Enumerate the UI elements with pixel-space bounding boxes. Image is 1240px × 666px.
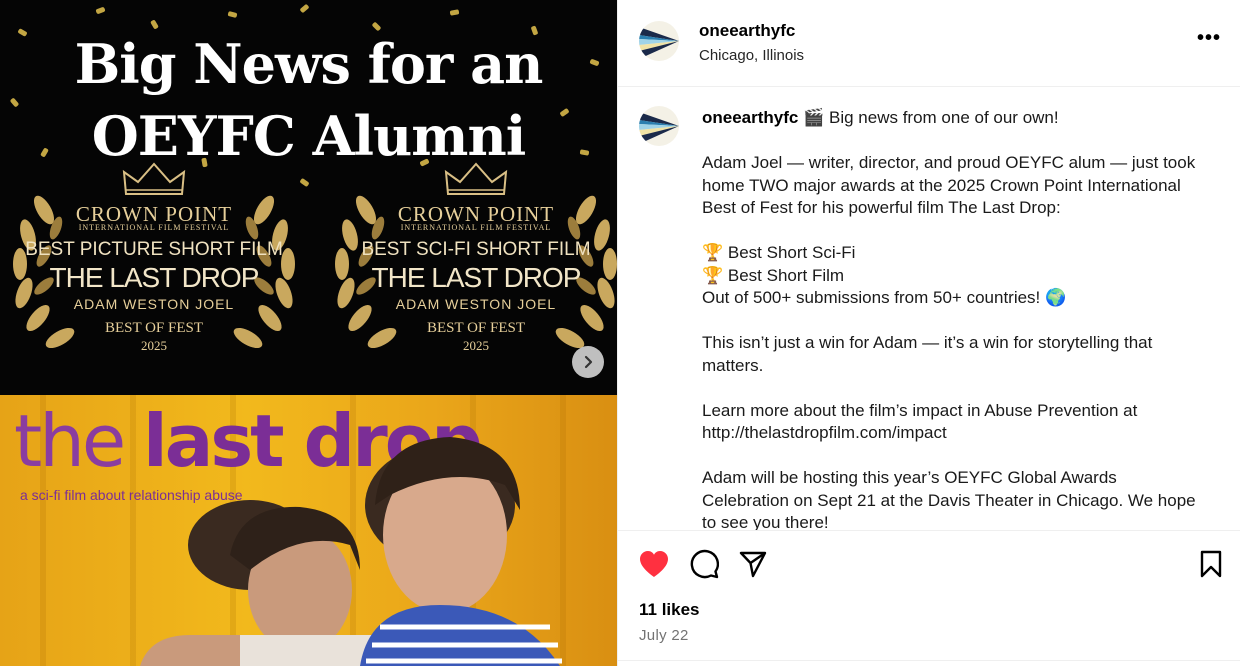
post-details-panel: oneearthyfc Chicago, Illinois ••• oneear…	[617, 0, 1240, 666]
laurel-person: ADAM WESTON JOEL	[73, 296, 235, 312]
bookmark-icon	[1200, 550, 1222, 578]
laurel-festival: INTERNATIONAL FILM FESTIVAL	[400, 223, 552, 232]
laurel-award: BEST SCI-FI SHORT FILM	[361, 239, 591, 260]
award-laurel: CROWN POINT INTERNATIONAL FILM FESTIVAL …	[326, 160, 617, 365]
profile-logo-icon	[639, 21, 679, 61]
caption-paragraph: Adam Joel — writer, director, and proud …	[702, 153, 1196, 217]
confetti	[449, 9, 460, 16]
confetti	[299, 3, 310, 14]
caption-link[interactable]: http://thelastdropfilm.com/impact	[702, 423, 947, 442]
send-icon	[739, 551, 767, 578]
caption-paragraph: Adam will be hosting this year’s OEYFC G…	[702, 468, 1196, 530]
award-laurel: CROWN POINT INTERNATIONAL FILM FESTIVAL …	[4, 160, 304, 365]
chevron-right-icon	[584, 355, 593, 369]
laurel-best-of-fest: BEST OF FEST	[426, 320, 526, 336]
profile-logo-icon	[639, 106, 679, 146]
headline-line-2: OEYFC Alumni	[91, 104, 526, 168]
caption-award-2: 🏆 Best Short Film	[702, 265, 845, 285]
caption-paragraph: This isn’t just a win for Adam — it’s a …	[702, 333, 1153, 375]
slide-announcement: Big News for an OEYFC Alumni CROWN POINT…	[0, 0, 617, 395]
post-date[interactable]: July 22	[639, 627, 689, 644]
caption-award-1: 🏆 Best Short Sci-Fi	[702, 243, 856, 262]
heart-filled-icon	[640, 551, 668, 577]
slide-film-poster: the last drop a sci-fi film about relati…	[0, 395, 617, 666]
carousel-next-button[interactable]	[572, 346, 604, 378]
post-location[interactable]: Chicago, Illinois	[699, 47, 804, 64]
caption-submissions: Out of 500+ submissions from 50+ countri…	[702, 288, 1067, 307]
caption-text: oneearthyfc 🎬 Big news from one of our o…	[702, 107, 1202, 530]
post-actions: 11 likes July 22	[618, 530, 1240, 666]
share-button[interactable]	[736, 547, 770, 581]
headline-line-1: Big News for an	[74, 32, 544, 96]
caption-username[interactable]: oneearthyfc	[702, 108, 798, 127]
post-caption: oneearthyfc 🎬 Big news from one of our o…	[618, 88, 1240, 530]
avatar[interactable]	[639, 21, 679, 61]
post-header: oneearthyfc Chicago, Illinois •••	[618, 0, 1240, 87]
avatar[interactable]	[639, 106, 679, 146]
laurel-festival: INTERNATIONAL FILM FESTIVAL	[78, 223, 230, 232]
confetti	[95, 6, 106, 15]
confetti	[227, 10, 238, 19]
more-horizontal-icon: •••	[1196, 27, 1221, 49]
more-options-button[interactable]: •••	[1194, 27, 1224, 52]
post-username[interactable]: oneearthyfc	[699, 21, 795, 41]
post-media[interactable]: Big News for an OEYFC Alumni CROWN POINT…	[0, 0, 617, 666]
actors-photo	[140, 437, 562, 666]
comment-icon	[690, 549, 719, 579]
divider	[618, 660, 1240, 661]
laurel-film: THE LAST DROP	[49, 262, 260, 293]
comment-button[interactable]	[687, 547, 721, 581]
save-button[interactable]	[1194, 547, 1228, 581]
caption-line-1: 🎬 Big news from one of our own!	[798, 108, 1059, 127]
laurel-year: 2025	[463, 338, 489, 353]
confetti	[150, 19, 159, 30]
confetti	[371, 21, 382, 32]
like-count[interactable]: 11 likes	[639, 600, 700, 620]
laurel-year: 2025	[141, 338, 167, 353]
laurel-person: ADAM WESTON JOEL	[395, 296, 557, 312]
laurel-best-of-fest: BEST OF FEST	[104, 320, 204, 336]
laurel-film: THE LAST DROP	[371, 262, 582, 293]
caption-paragraph: Learn more about the film’s impact in Ab…	[702, 400, 1138, 420]
like-button[interactable]	[637, 547, 671, 581]
laurel-award: BEST PICTURE SHORT FILM	[25, 239, 283, 260]
